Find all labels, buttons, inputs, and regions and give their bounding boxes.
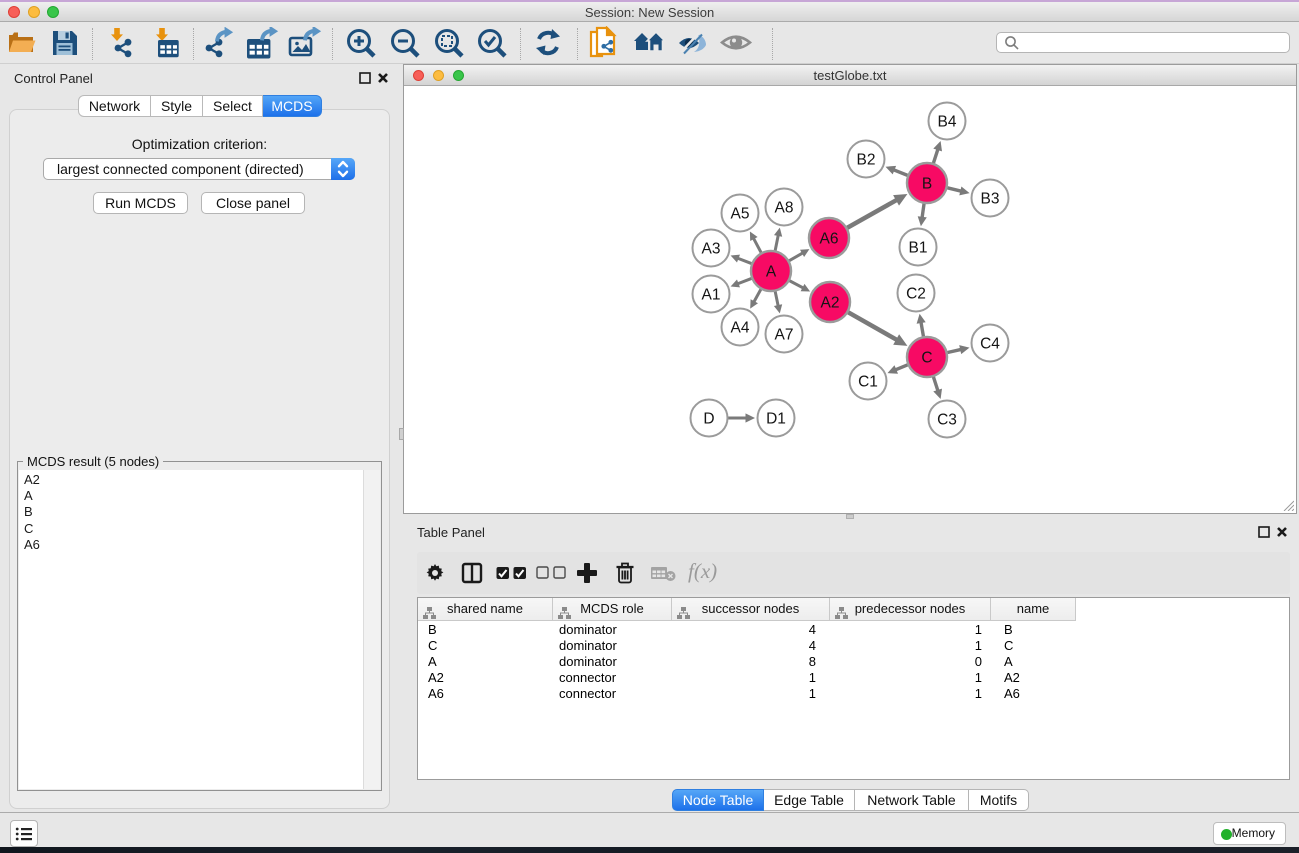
svg-text:A7: A7: [775, 327, 794, 344]
svg-text:C2: C2: [906, 286, 926, 303]
svg-text:A2: A2: [821, 295, 840, 312]
svg-text:A6: A6: [820, 231, 839, 248]
svg-text:C3: C3: [937, 412, 957, 429]
svg-text:C4: C4: [980, 336, 1000, 353]
svg-text:B3: B3: [981, 191, 1000, 208]
svg-text:A1: A1: [702, 287, 721, 304]
svg-text:C1: C1: [858, 374, 878, 391]
svg-text:B1: B1: [909, 240, 928, 257]
svg-text:C: C: [921, 350, 932, 367]
svg-text:D1: D1: [766, 411, 786, 428]
svg-text:A8: A8: [775, 200, 794, 217]
svg-text:B4: B4: [938, 114, 957, 131]
svg-text:B2: B2: [857, 152, 876, 169]
svg-text:B: B: [922, 176, 932, 193]
svg-text:D: D: [703, 411, 714, 428]
svg-text:A4: A4: [731, 320, 750, 337]
svg-text:A5: A5: [731, 206, 750, 223]
svg-text:A: A: [766, 264, 777, 281]
svg-text:A3: A3: [702, 241, 721, 258]
